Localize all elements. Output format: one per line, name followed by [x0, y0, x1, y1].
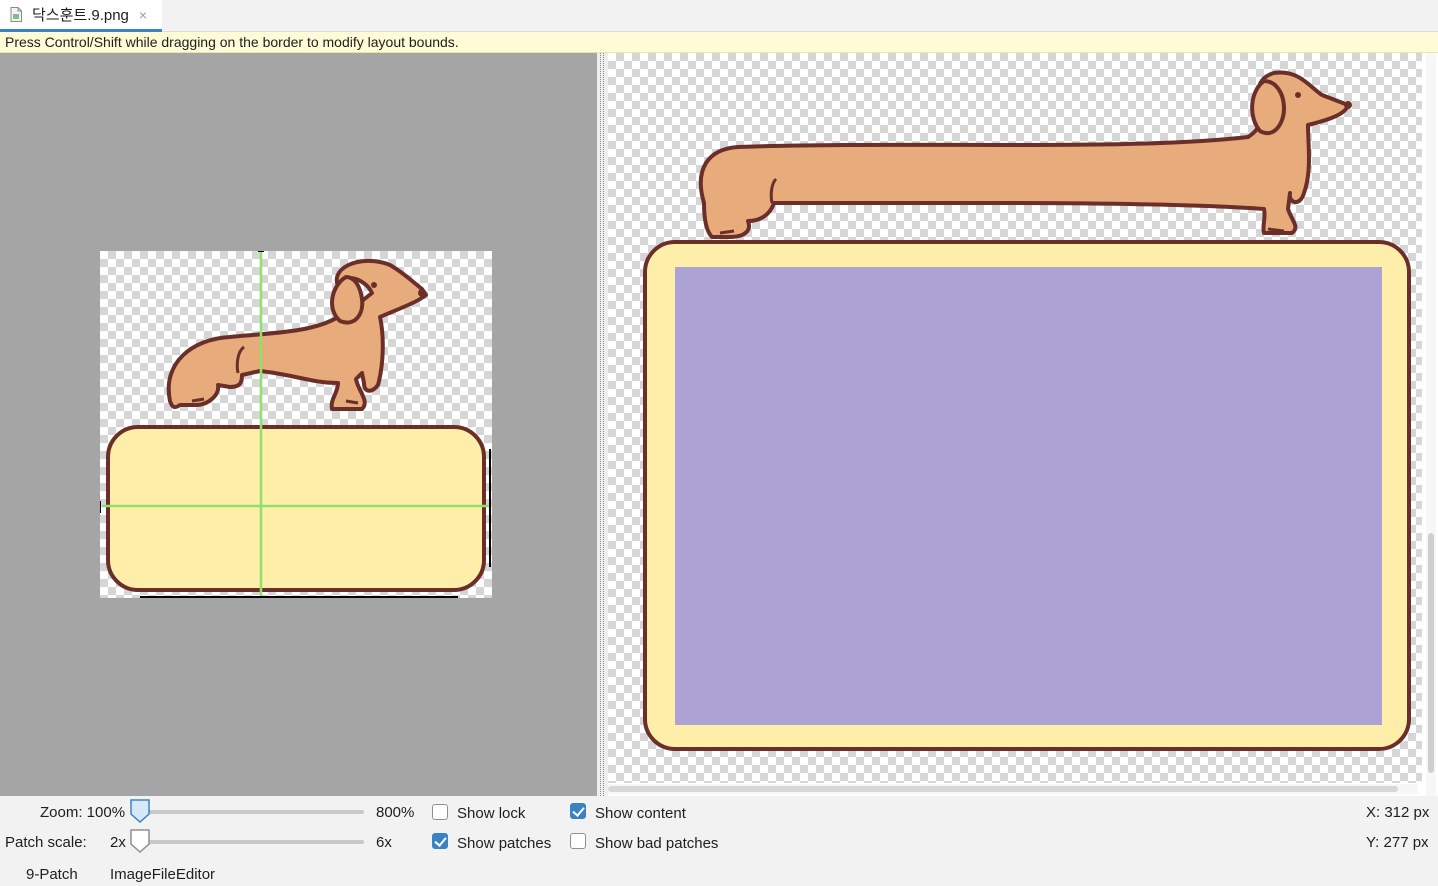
- source-image-pane[interactable]: [0, 53, 597, 796]
- editor-mode-tabs: 9-Patch ImageFileEditor: [0, 860, 1438, 886]
- show-bad-patches-label[interactable]: Show bad patches: [595, 835, 718, 852]
- show-lock-checkbox[interactable]: [432, 804, 448, 820]
- patch-scale-slider-knob[interactable]: [129, 828, 151, 854]
- x-coordinate-readout: X: 312 px: [1366, 804, 1430, 821]
- editor-tab-title: 닥스훈트.9.png: [32, 7, 129, 24]
- preview-pane[interactable]: [608, 53, 1438, 796]
- close-icon[interactable]: ×: [139, 7, 147, 23]
- zoom-slider-track[interactable]: [140, 810, 364, 814]
- pane-splitter[interactable]: [597, 53, 608, 796]
- show-bad-patches-checkbox[interactable]: [570, 833, 586, 849]
- hint-banner: Press Control/Shift while dragging on th…: [0, 32, 1438, 53]
- content-area: [675, 267, 1382, 725]
- vertical-scrollbar[interactable]: [1426, 53, 1436, 796]
- zoom-slider-knob[interactable]: [129, 798, 151, 824]
- show-patches-label[interactable]: Show patches: [457, 835, 551, 852]
- zoom-label: Zoom: 100%: [40, 804, 126, 821]
- stretched-dachshund-preview: [643, 70, 1411, 751]
- editor-tab-bar: 닥스훈트.9.png ×: [0, 0, 1438, 32]
- dachshund-source-image: [99, 250, 491, 598]
- show-content-checkbox[interactable]: [570, 803, 586, 819]
- show-content-label[interactable]: Show content: [595, 805, 686, 822]
- show-lock-label[interactable]: Show lock: [457, 805, 525, 822]
- controls-panel: Zoom: 100% 800% Patch scale: 2x 6x Show …: [0, 796, 1438, 860]
- tab-image-file-editor[interactable]: ImageFileEditor: [110, 866, 215, 883]
- zoom-max-label: 800%: [376, 804, 415, 821]
- show-patches-checkbox[interactable]: [432, 833, 448, 849]
- tab-9-patch[interactable]: 9-Patch: [26, 866, 78, 883]
- patch-scale-max-label: 6x: [376, 834, 392, 851]
- patch-scale-label: Patch scale:: [5, 834, 87, 851]
- patch-scale-slider-track[interactable]: [140, 840, 364, 844]
- preview-canvas: [608, 53, 1422, 783]
- y-coordinate-readout: Y: 277 px: [1366, 834, 1429, 851]
- image-file-icon: [10, 7, 22, 22]
- editor-tab[interactable]: 닥스훈트.9.png ×: [0, 0, 162, 32]
- horizontal-scrollbar[interactable]: [608, 784, 1418, 794]
- patch-scale-min-label: 2x: [110, 834, 126, 851]
- source-image-canvas[interactable]: [99, 250, 492, 598]
